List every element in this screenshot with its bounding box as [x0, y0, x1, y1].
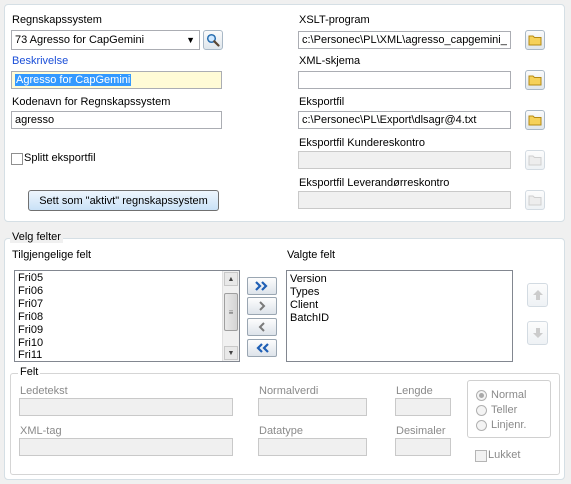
leverandor-input[interactable] — [298, 191, 511, 209]
valgte-label: Valgte felt — [287, 249, 336, 261]
folder-icon — [528, 195, 542, 206]
search-button[interactable] — [203, 30, 223, 50]
xslt-browse-button[interactable] — [525, 30, 545, 50]
radio-normal[interactable] — [476, 390, 487, 401]
double-chevron-right-icon — [255, 281, 268, 291]
leverandor-browse-button[interactable] — [525, 190, 545, 210]
chevron-right-icon — [259, 301, 266, 311]
leverandor-label: Eksportfil Leverandørreskontro — [299, 177, 450, 189]
lengde-input[interactable] — [395, 398, 451, 416]
beskrivelse-value: Agresso for CapGemini — [15, 74, 132, 86]
eksportfil-browse-button[interactable] — [525, 110, 545, 130]
valgte-list[interactable]: Version Types Client BatchID — [286, 270, 513, 362]
regnskapssystem-label: Regnskapssystem — [12, 14, 102, 26]
radio-linjenr[interactable] — [476, 420, 487, 431]
scroll-down-icon[interactable]: ▼ — [224, 346, 238, 360]
normalverdi-input[interactable] — [258, 398, 367, 416]
list-item[interactable]: Fri06 — [15, 285, 239, 298]
lengde-label: Lengde — [396, 385, 433, 397]
ledetekst-label: Ledetekst — [20, 385, 68, 397]
radio-normal-label: Normal — [491, 389, 527, 401]
xml-skjema-label: XML-skjema — [299, 55, 361, 67]
eksportfil-value: c:\Personec\PL\Export\dlsagr@4.txt — [302, 114, 477, 126]
regnskapssystem-value: 73 Agresso for CapGemini — [15, 34, 145, 46]
valgte-items: Version Types Client BatchID — [287, 271, 512, 325]
radio-teller-label: Teller — [491, 404, 518, 416]
tilgjengelige-list[interactable]: Fri05 Fri06 Fri07 Fri08 Fri09 Fri10 Fri1… — [14, 270, 240, 362]
kundereskontro-input[interactable] — [298, 151, 511, 169]
kodenavn-label: Kodenavn for Regnskapssystem — [12, 96, 171, 108]
kodenavn-value: agresso — [15, 114, 55, 126]
kodenavn-input[interactable]: agresso — [11, 111, 222, 129]
arrow-down-icon — [532, 328, 543, 338]
datatype-input[interactable] — [258, 438, 367, 456]
magnifier-icon — [206, 33, 220, 47]
radio-teller[interactable] — [476, 405, 487, 416]
move-all-left-button[interactable] — [247, 339, 277, 357]
regnskapssystem-select[interactable]: 73 Agresso for CapGemini ▼ — [11, 30, 200, 50]
folder-icon — [528, 75, 542, 86]
folder-icon — [528, 115, 542, 126]
move-right-button[interactable] — [247, 297, 277, 315]
move-up-button[interactable] — [527, 283, 548, 307]
move-left-button[interactable] — [247, 318, 277, 336]
move-down-button[interactable] — [527, 321, 548, 345]
list-item[interactable]: Version — [287, 273, 512, 286]
beskrivelse-label: Beskrivelse — [12, 55, 69, 67]
xslt-label: XSLT-program — [299, 14, 370, 26]
list-item[interactable]: Fri05 — [15, 272, 239, 285]
splitt-eksportfil-checkbox[interactable] — [11, 153, 23, 165]
kundereskontro-browse-button[interactable] — [525, 150, 545, 170]
kundereskontro-label: Eksportfil Kundereskontro — [299, 137, 425, 149]
tilgjengelige-label: Tilgjengelige felt — [12, 249, 92, 261]
list-item[interactable]: Types — [287, 286, 512, 299]
normalverdi-label: Normalverdi — [259, 385, 319, 397]
velg-felter-label: Velg felter — [10, 231, 63, 243]
list-item[interactable]: Client — [287, 299, 512, 312]
xslt-value: c:\Personec\PL\XML\agresso_capgemini_ — [302, 34, 507, 46]
xml-skjema-input[interactable] — [298, 71, 511, 89]
double-chevron-left-icon — [256, 343, 269, 353]
tilgjengelige-scrollbar[interactable]: ▲ ≡ ▼ — [222, 271, 239, 361]
beskrivelse-input[interactable]: Agresso for CapGemini — [11, 71, 222, 89]
list-item[interactable]: Fri08 — [15, 311, 239, 324]
chevron-down-icon: ▼ — [186, 35, 195, 45]
xslt-input[interactable]: c:\Personec\PL\XML\agresso_capgemini_ — [298, 31, 511, 49]
splitt-eksportfil-label: Splitt eksportfil — [24, 152, 96, 164]
datatype-label: Datatype — [259, 425, 304, 437]
set-active-system-button[interactable]: Sett som "aktivt" regnskapssystem — [28, 190, 219, 211]
desimaler-input[interactable] — [395, 438, 451, 456]
radio-linjenr-label: Linjenr. — [491, 419, 527, 431]
xml-tag-label: XML-tag — [20, 425, 62, 437]
folder-icon — [528, 155, 542, 166]
arrow-up-icon — [532, 290, 543, 300]
list-item[interactable]: Fri09 — [15, 324, 239, 337]
xml-skjema-browse-button[interactable] — [525, 70, 545, 90]
move-all-right-button[interactable] — [247, 277, 277, 295]
list-item[interactable]: Fri11 — [15, 349, 239, 361]
list-item[interactable]: BatchID — [287, 312, 512, 325]
lukket-label: Lukket — [488, 449, 521, 461]
lukket-checkbox[interactable] — [475, 450, 487, 462]
eksportfil-label: Eksportfil — [299, 96, 345, 108]
desimaler-label: Desimaler — [396, 425, 446, 437]
list-item[interactable]: Fri10 — [15, 337, 239, 350]
folder-icon — [528, 35, 542, 46]
tilgjengelige-items: Fri05 Fri06 Fri07 Fri08 Fri09 Fri10 Fri1… — [15, 271, 239, 361]
list-item[interactable]: Fri07 — [15, 298, 239, 311]
scroll-up-icon[interactable]: ▲ — [224, 272, 238, 286]
ledetekst-input[interactable] — [19, 398, 233, 416]
chevron-left-icon — [258, 322, 265, 332]
xml-tag-input[interactable] — [19, 438, 233, 456]
eksportfil-input[interactable]: c:\Personec\PL\Export\dlsagr@4.txt — [298, 111, 511, 129]
scroll-thumb[interactable]: ≡ — [224, 293, 238, 331]
felt-label: Felt — [18, 366, 41, 378]
